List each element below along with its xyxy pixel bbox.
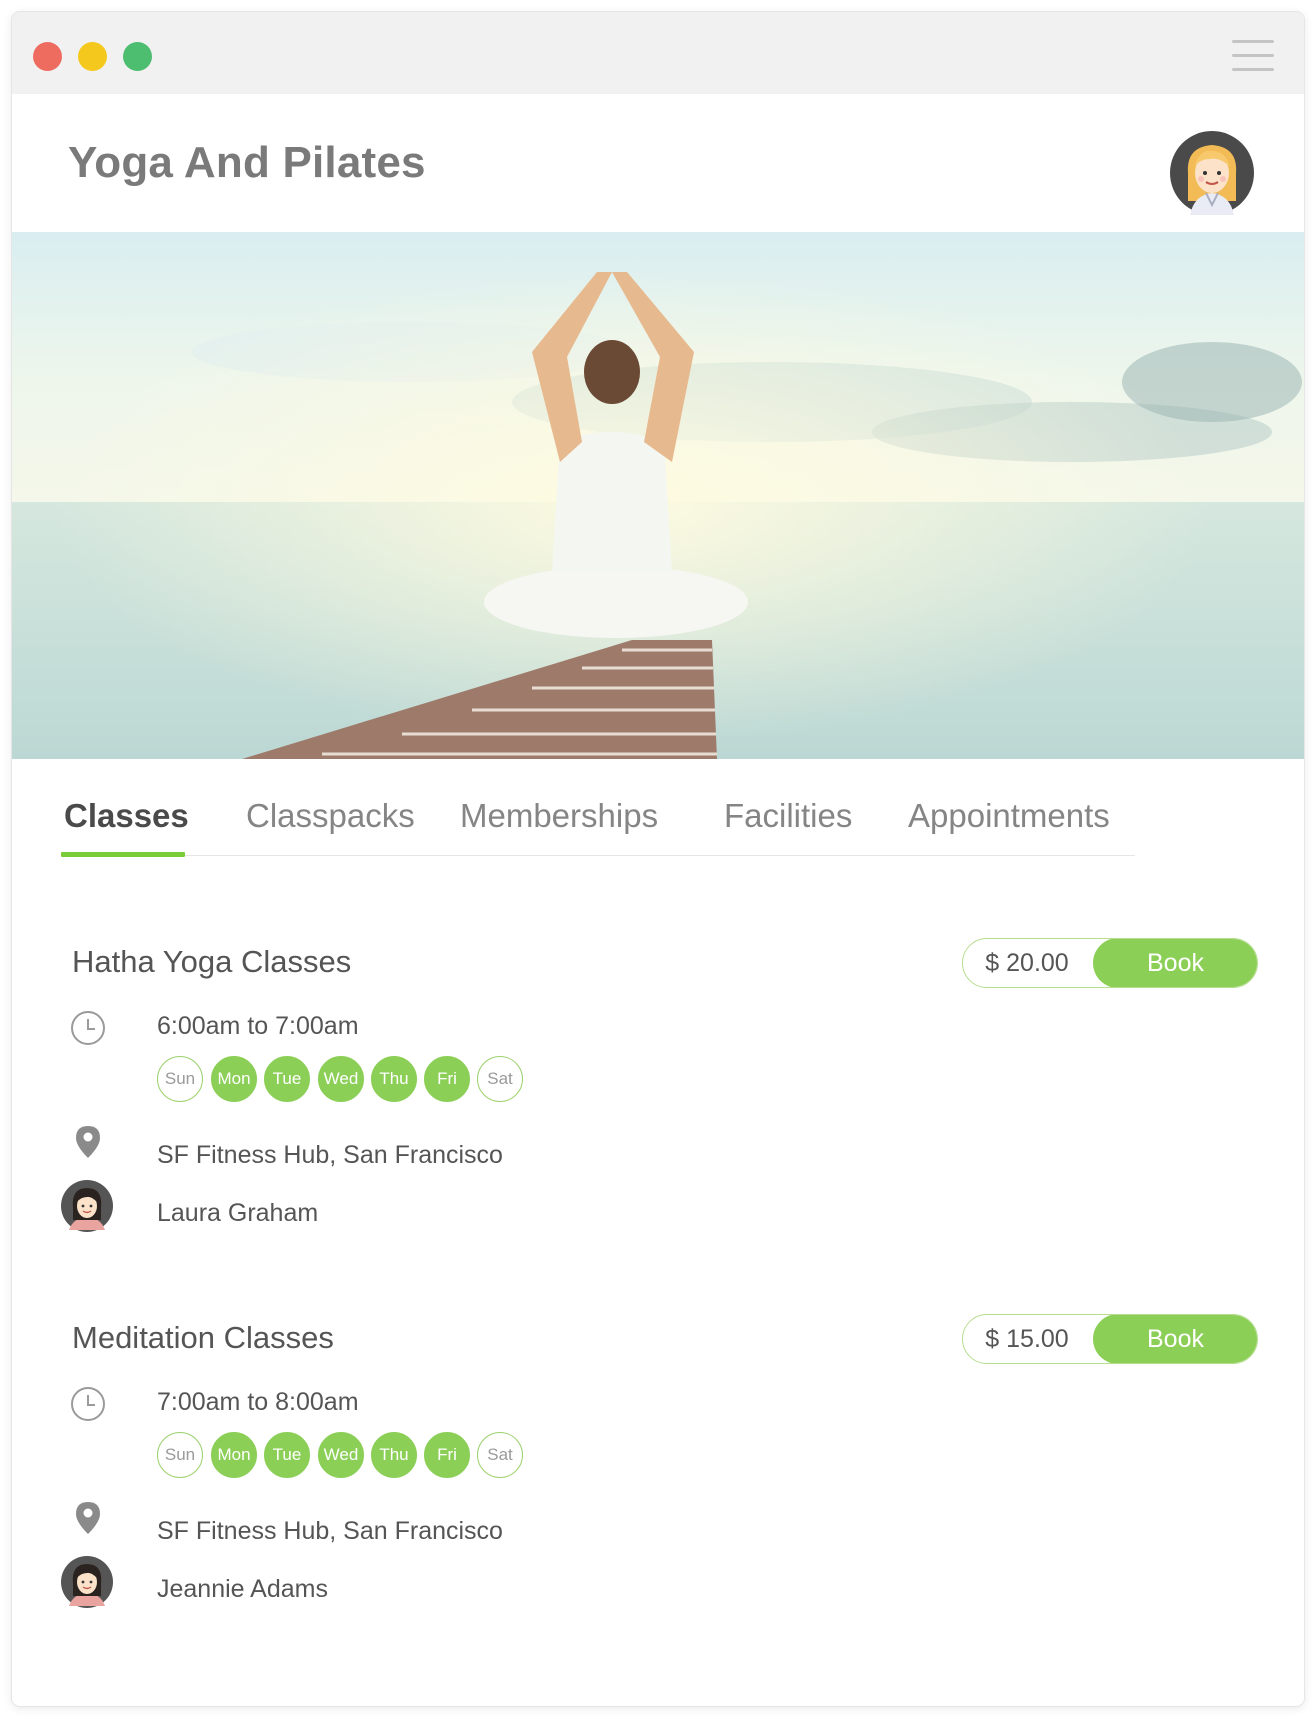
instructor-name: Laura Graham bbox=[157, 1199, 319, 1227]
tab-appointments[interactable]: Appointments bbox=[908, 797, 1110, 835]
book-button[interactable]: Book bbox=[1093, 939, 1257, 987]
day-wed[interactable]: Wed bbox=[318, 1432, 364, 1478]
day-fri[interactable]: Fri bbox=[424, 1056, 470, 1102]
instructor-name: Jeannie Adams bbox=[157, 1575, 328, 1603]
day-thu[interactable]: Thu bbox=[371, 1432, 417, 1478]
hero-yoga-image bbox=[12, 232, 1304, 759]
active-tab-indicator bbox=[61, 852, 185, 857]
day-mon[interactable]: Mon bbox=[211, 1056, 257, 1102]
class-location: SF Fitness Hub, San Francisco bbox=[157, 1141, 503, 1169]
clock-icon bbox=[71, 1011, 105, 1045]
class-card: Hatha Yoga Classes $ 20.00 Book 6:00am t… bbox=[12, 938, 1304, 1314]
tab-memberships[interactable]: Memberships bbox=[460, 797, 658, 835]
class-location: SF Fitness Hub, San Francisco bbox=[157, 1517, 503, 1545]
day-wed[interactable]: Wed bbox=[318, 1056, 364, 1102]
price-book-group: $ 20.00 Book bbox=[962, 938, 1258, 988]
location-pin-icon bbox=[76, 1126, 100, 1158]
window-titlebar bbox=[12, 12, 1304, 94]
user-avatar[interactable] bbox=[1170, 131, 1254, 215]
instructor-avatar bbox=[61, 1180, 113, 1232]
close-window-button[interactable] bbox=[33, 42, 62, 71]
class-price: $ 20.00 bbox=[985, 949, 1069, 977]
class-title: Hatha Yoga Classes bbox=[72, 944, 352, 979]
minimize-window-button[interactable] bbox=[78, 42, 107, 71]
tab-facilities[interactable]: Facilities bbox=[724, 797, 852, 835]
class-card: Meditation Classes $ 15.00 Book 7:00am t… bbox=[12, 1314, 1304, 1690]
day-sun[interactable]: Sun bbox=[157, 1432, 203, 1478]
day-sat[interactable]: Sat bbox=[477, 1056, 523, 1102]
instructor-avatar bbox=[61, 1556, 113, 1608]
day-mon[interactable]: Mon bbox=[211, 1432, 257, 1478]
day-fri[interactable]: Fri bbox=[424, 1432, 470, 1478]
day-thu[interactable]: Thu bbox=[371, 1056, 417, 1102]
tabs-bar: Classes Classpacks Memberships Facilitie… bbox=[12, 759, 1304, 859]
hamburger-menu-icon[interactable] bbox=[1232, 40, 1274, 72]
day-sat[interactable]: Sat bbox=[477, 1432, 523, 1478]
class-time: 7:00am to 8:00am bbox=[157, 1388, 359, 1416]
location-pin-icon bbox=[76, 1502, 100, 1534]
day-tue[interactable]: Tue bbox=[264, 1432, 310, 1478]
tab-classes[interactable]: Classes bbox=[64, 797, 189, 835]
page-title: Yoga And Pilates bbox=[68, 138, 426, 187]
book-button[interactable]: Book bbox=[1093, 1315, 1257, 1363]
day-tue[interactable]: Tue bbox=[264, 1056, 310, 1102]
day-sun[interactable]: Sun bbox=[157, 1056, 203, 1102]
tabs-divider bbox=[61, 855, 1135, 856]
class-title: Meditation Classes bbox=[72, 1320, 334, 1355]
class-price: $ 15.00 bbox=[985, 1325, 1069, 1353]
tab-classpacks[interactable]: Classpacks bbox=[246, 797, 415, 835]
price-book-group: $ 15.00 Book bbox=[962, 1314, 1258, 1364]
clock-icon bbox=[71, 1387, 105, 1421]
class-time: 6:00am to 7:00am bbox=[157, 1012, 359, 1040]
maximize-window-button[interactable] bbox=[123, 42, 152, 71]
page-header: Yoga And Pilates bbox=[12, 94, 1304, 232]
browser-window: Yoga And Pilates Classes Classpacks Memb… bbox=[12, 12, 1304, 1706]
